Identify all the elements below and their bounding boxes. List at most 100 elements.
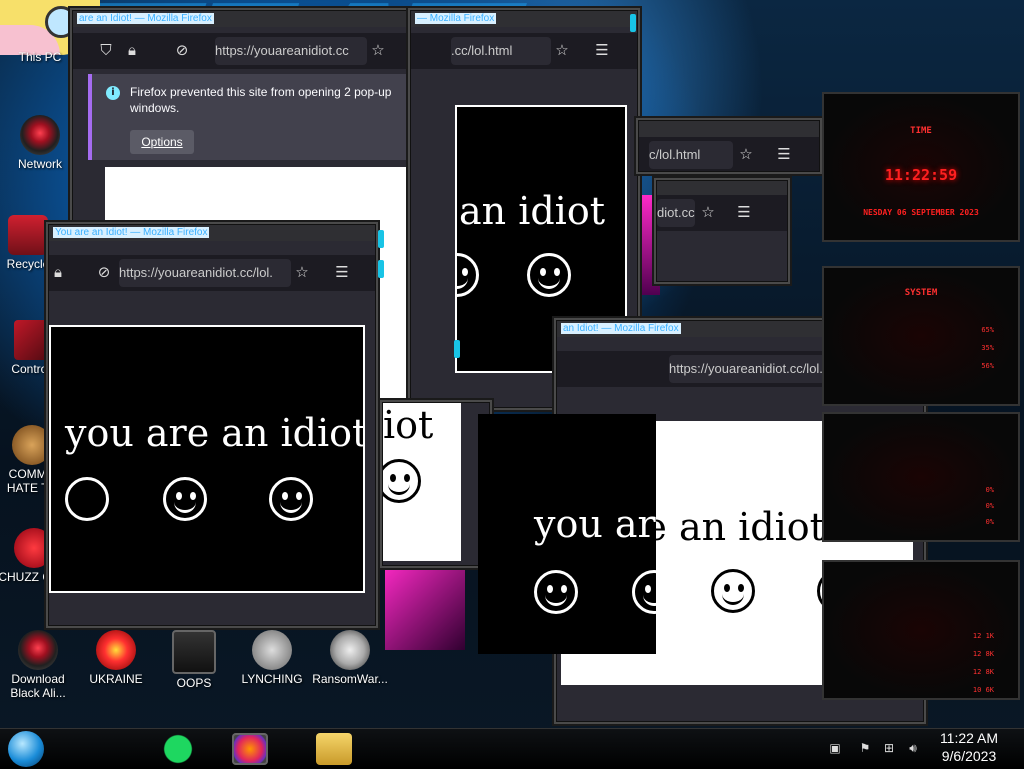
smiley-icon [269, 477, 313, 521]
browser-window[interactable]: diot.cc ☆ ☰ [656, 180, 788, 282]
page-text: an idiot [459, 189, 605, 233]
money-bag-icon [12, 425, 52, 465]
bookmark-star-icon[interactable]: ☆ [293, 263, 311, 281]
desktop-icon-this-pc[interactable]: This PC [2, 50, 78, 64]
bookmark-star-icon[interactable]: ☆ [737, 145, 755, 163]
url-bar[interactable]: c/lol.html [649, 141, 733, 169]
radiation-icon [96, 630, 136, 670]
smiley-icon [527, 253, 571, 297]
popup-blocked-notification: i Firefox prevented this site from openi… [88, 74, 438, 160]
network-value: 12 8K [972, 650, 994, 658]
firefox-taskbar-button[interactable] [232, 733, 268, 765]
popup-blocked-icon[interactable]: ⊘ [173, 41, 191, 59]
browser-window[interactable]: you are [478, 414, 656, 654]
system-title: SYSTEM [904, 288, 938, 298]
lock-icon[interactable]: 🔒︎ [49, 263, 67, 281]
menu-icon[interactable]: ☰ [333, 263, 351, 281]
desktop-icon-download-black-alien[interactable]: Download Black Ali... [0, 630, 76, 700]
start-button[interactable] [8, 731, 44, 767]
smiley-icon [383, 459, 421, 503]
file-explorer-taskbar-button[interactable] [316, 733, 352, 765]
frame-accent [454, 340, 460, 358]
page-text: you are an idiot [65, 411, 365, 455]
volume-icon[interactable]: 🔊︎ [906, 741, 920, 755]
drive-value: 0% [985, 486, 994, 494]
desktop-icon-oops[interactable]: OOPS [156, 630, 232, 690]
url-bar[interactable]: https://youareanidiot.cc [215, 37, 367, 65]
desktop-icon-label: UKRAINE [89, 672, 143, 686]
notification-message: Firefox prevented this site from opening… [130, 85, 392, 115]
page-content: iot [383, 403, 461, 561]
spotify-taskbar-button[interactable] [160, 733, 196, 765]
smiley-icon [163, 477, 207, 521]
smiley-icon [711, 569, 755, 613]
page-content: you are an idiot [49, 325, 365, 593]
window-title: You are an Idiot! — Mozilla Firefox [49, 225, 375, 241]
taskbar-time: 11:22 AM [939, 730, 999, 746]
window-title: — Mozilla Firefox [411, 11, 637, 27]
desktop-icon-lynching[interactable]: LYNCHING [234, 630, 310, 686]
bookmark-star-icon[interactable]: ☆ [699, 203, 717, 221]
magenta-artwork [385, 560, 465, 650]
notification-icon[interactable]: ▣ [828, 741, 842, 755]
desktop-icon-label: This PC [18, 50, 62, 64]
clock-gadget: TIME 11:22:59 NESDAY 06 SEPTEMBER 2023 [822, 92, 1020, 242]
desktop-icon-ransomware[interactable]: RansomWar... [312, 630, 388, 686]
network-icon[interactable]: ⊞ [882, 741, 896, 755]
window-title [639, 121, 819, 137]
desktop-icon-label: Download Black Ali... [10, 672, 66, 700]
skull-icon [330, 630, 370, 670]
recycle-bin-icon [8, 215, 48, 255]
desktop-icon-label: Recycle [6, 257, 50, 271]
network-value: 10 6K [972, 686, 994, 694]
browser-window[interactable]: You are an Idiot! — Mozilla Firefox 🔒︎ ⊘… [48, 224, 376, 626]
frame-accent [378, 260, 384, 278]
gadget-clock: 11:22:59 [884, 166, 958, 184]
bookmark-star-icon[interactable]: ☆ [369, 41, 387, 59]
desktop-icon-ukraine[interactable]: UKRAINE [78, 630, 154, 686]
url-bar[interactable]: .cc/lol.html [451, 37, 551, 65]
taskbar: ▣ ⚑ ⊞ 🔊︎ 11:22 AM 9/6/2023 [0, 728, 1024, 769]
popup-blocked-icon[interactable]: ⊘ [95, 263, 113, 281]
url-bar[interactable]: https://youareanidiot.cc/lol. [119, 259, 291, 287]
shield-icon[interactable]: ⛉ [97, 41, 115, 59]
taskbar-clock[interactable]: 11:22 AM 9/6/2023 [934, 729, 1004, 765]
time-title: TIME [910, 126, 932, 136]
page-text: iot [383, 403, 434, 447]
cpu-value: 56% [981, 362, 994, 370]
noose-icon [252, 630, 292, 670]
smiley-icon [534, 570, 578, 614]
system-gadget: SYSTEM 65% 35% 56% [822, 266, 1020, 406]
network-gadget: 12 1K 12 8K 12 8K 10 6K [822, 560, 1020, 700]
desktop-icon-label: RansomWar... [312, 672, 388, 686]
alien-icon [20, 115, 60, 155]
smiley-icon [65, 477, 109, 521]
desktop: TEAT This PC Network Recycle Control I C… [0, 0, 1024, 768]
drive-value: 0% [985, 502, 994, 510]
toolbar: diot.cc ☆ ☰ [657, 195, 787, 231]
toolbar: 🔒︎ ⊘ https://youareanidiot.cc/lol. ☆ ☰ [49, 255, 375, 291]
drive-gadget: 0% 0% 0% [822, 412, 1020, 542]
window-icon [172, 630, 216, 674]
menu-icon[interactable]: ☰ [735, 203, 753, 221]
network-value: 12 1K [972, 632, 994, 640]
bookmark-star-icon[interactable]: ☆ [553, 41, 571, 59]
desktop-icon-label: LYNCHING [241, 672, 303, 686]
alien-icon [18, 630, 58, 670]
toolbar: .cc/lol.html ☆ ☰ [411, 33, 637, 69]
desktop-icon-label: Network [17, 157, 62, 171]
flag-icon[interactable]: ⚑ [858, 741, 872, 755]
browser-window[interactable]: c/lol.html ☆ ☰ [638, 120, 820, 172]
menu-icon[interactable]: ☰ [593, 41, 611, 59]
frame-accent [378, 230, 384, 248]
desktop-icon-network[interactable]: Network [2, 115, 78, 171]
window-title: are an Idiot! — Mozilla Firefox [73, 11, 443, 27]
lock-icon[interactable]: 🔒︎ [123, 41, 141, 59]
toolbar: c/lol.html ☆ ☰ [639, 137, 819, 171]
browser-window[interactable]: iot [382, 402, 490, 566]
url-bar[interactable]: https://youareanidiot.cc/lol. [669, 355, 841, 383]
cpu-value: 35% [981, 344, 994, 352]
menu-icon[interactable]: ☰ [775, 145, 793, 163]
url-bar[interactable]: diot.cc [657, 199, 695, 227]
options-button[interactable]: Options [130, 130, 194, 154]
